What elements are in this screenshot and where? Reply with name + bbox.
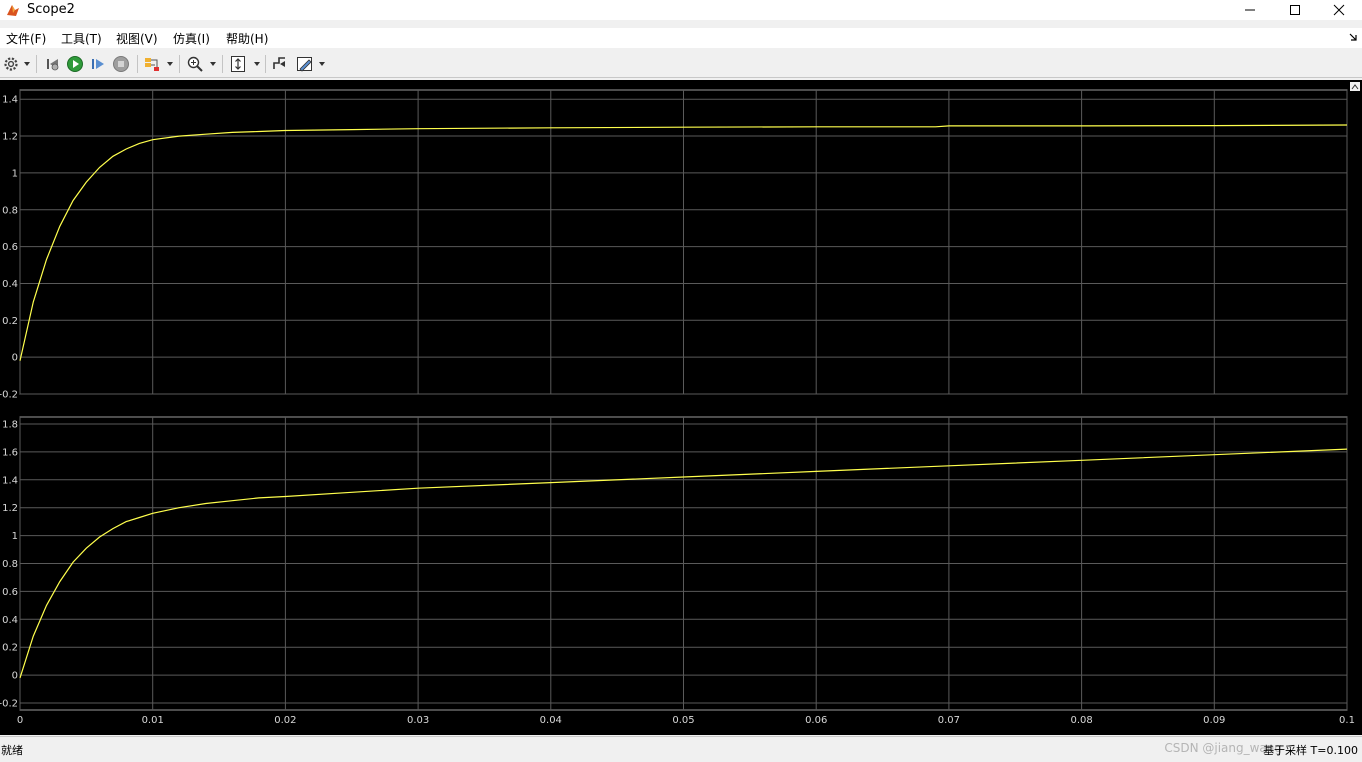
bottom-ytick-label: -0.2 <box>0 699 18 710</box>
dock-arrow-icon[interactable] <box>1348 32 1358 42</box>
matlab-icon <box>7 5 19 16</box>
bottom-ytick-label: 1.4 <box>2 475 18 486</box>
menu-view[interactable]: 视图(V) <box>116 30 158 47</box>
top-ytick-label: 0.2 <box>2 316 18 327</box>
bottom-xtick-label: 0.1 <box>1339 715 1355 726</box>
bottom-xtick-label: 0.05 <box>672 715 694 726</box>
minimize-icon <box>1245 9 1255 11</box>
chevron-down-icon[interactable] <box>319 62 325 66</box>
menu-simulation[interactable]: 仿真(I) <box>173 30 210 47</box>
top-ytick-label: 1 <box>12 168 18 179</box>
bottom-xtick-label: 0.04 <box>540 715 562 726</box>
bottom-ytick-label: 0.6 <box>2 587 18 598</box>
maximize-icon <box>1290 5 1300 15</box>
bottom-ytick-label: 1 <box>12 531 18 542</box>
menu-help[interactable]: 帮助(H) <box>226 30 268 47</box>
bottom-ytick-label: 0.4 <box>2 615 18 626</box>
bottom-xtick-label: 0.02 <box>274 715 296 726</box>
chevron-down-icon[interactable] <box>210 62 216 66</box>
top-ytick-label: 1.4 <box>2 95 18 106</box>
step-back-icon[interactable] <box>43 55 61 73</box>
toolbar-separator <box>222 55 223 73</box>
title-bar: Scope2 <box>0 0 1362 20</box>
chevron-down-icon[interactable] <box>24 62 30 66</box>
toolbar-separator <box>36 55 37 73</box>
close-button[interactable] <box>1316 0 1362 20</box>
toolbar-separator <box>265 55 266 73</box>
bottom-xtick-label: 0.08 <box>1070 715 1092 726</box>
chevron-down-icon[interactable] <box>254 62 260 66</box>
bottom-xtick-label: 0.06 <box>805 715 827 726</box>
style-icon[interactable] <box>296 55 314 73</box>
toolbar-separator <box>179 55 180 73</box>
run-icon[interactable] <box>66 55 84 73</box>
bottom-ytick-label: 1.6 <box>2 447 18 458</box>
top-ytick-label: 0.6 <box>2 242 18 253</box>
status-text: 就绪 <box>1 744 23 757</box>
toolbar <box>0 51 1362 78</box>
menu-tools[interactable]: 工具(T) <box>61 30 102 47</box>
scope-plot-svg: 1.4 1.2 1 0.8 0.6 0.4 0.2 0 -0.2 1.8 1.6 1.4 1.2 1 0.8… <box>0 82 1360 726</box>
bottom-ytick-label: 1.2 <box>2 503 18 514</box>
autoscale-icon[interactable] <box>229 55 247 73</box>
bottom-xtick-label: 0.03 <box>407 715 429 726</box>
bottom-ytick-label: 0.8 <box>2 559 18 570</box>
bottom-xtick-label: 0.01 <box>142 715 164 726</box>
sample-time-readout: 基于采样 T=0.100 <box>1263 744 1358 757</box>
bottom-ytick-label: 0.2 <box>2 643 18 654</box>
menu-bar: 文件(F) 工具(T) 视图(V) 仿真(I) 帮助(H) <box>0 28 1362 48</box>
zoom-icon[interactable] <box>186 55 204 73</box>
top-ytick-label: 0 <box>12 353 18 364</box>
minimize-button[interactable] <box>1227 0 1273 20</box>
window-title: Scope2 <box>27 2 75 17</box>
stop-icon[interactable] <box>112 55 130 73</box>
step-forward-icon[interactable] <box>89 55 107 73</box>
top-ytick-label: 0.4 <box>2 279 18 290</box>
undock-axes-button[interactable] <box>1350 82 1360 91</box>
scope-display: 1.4 1.2 1 0.8 0.6 0.4 0.2 0 -0.2 1.8 1.6 1.4 1.2 1 0.8… <box>0 80 1362 735</box>
highlight-icon[interactable] <box>143 55 161 73</box>
gear-icon[interactable] <box>2 55 20 73</box>
close-icon <box>1333 4 1345 16</box>
status-bar: 就绪 CSDN @jiang_wang 基于采样 T=0.100 <box>0 736 1362 762</box>
maximize-button[interactable] <box>1272 0 1318 20</box>
toolbar-separator <box>137 55 138 73</box>
bottom-xtick-label: 0 <box>17 715 23 726</box>
menu-file[interactable]: 文件(F) <box>6 30 46 47</box>
triggers-icon[interactable] <box>271 55 289 73</box>
top-ytick-label: -0.2 <box>0 390 18 401</box>
bottom-ytick-label: 0 <box>12 671 18 682</box>
bottom-ytick-label: 1.8 <box>2 419 18 430</box>
bottom-xtick-label: 0.09 <box>1203 715 1225 726</box>
bottom-xtick-label: 0.07 <box>938 715 960 726</box>
chevron-down-icon[interactable] <box>167 62 173 66</box>
top-ytick-label: 0.8 <box>2 205 18 216</box>
top-ytick-label: 1.2 <box>2 132 18 143</box>
